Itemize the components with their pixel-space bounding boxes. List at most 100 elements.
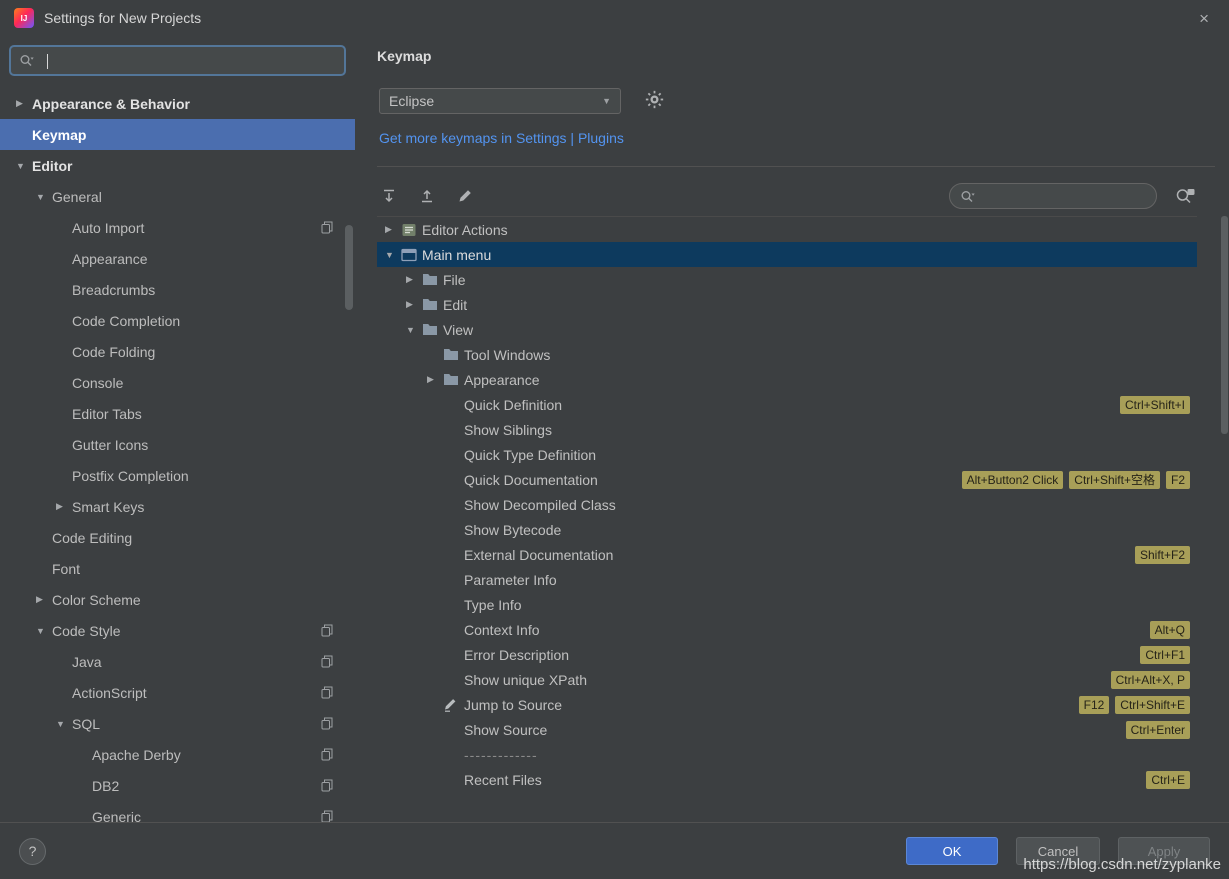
gear-icon[interactable] bbox=[645, 90, 664, 109]
sidebar-item-appearance[interactable]: Appearance bbox=[0, 243, 355, 274]
keymap-tree-item-main-menu[interactable]: ▼ Main menu bbox=[377, 242, 1197, 267]
sidebar-item-appearance-behavior[interactable]: ▶Appearance & Behavior bbox=[0, 88, 355, 119]
keymap-filter-input[interactable] bbox=[981, 189, 1157, 204]
keymap-tree-item-show-bytecode[interactable]: Show Bytecode bbox=[377, 517, 1197, 542]
keymap-item-label: Show Source bbox=[464, 722, 547, 738]
tree-collapsed-arrow-icon[interactable]: ▶ bbox=[427, 374, 443, 385]
shortcut-badge: F2 bbox=[1166, 471, 1190, 489]
tree-expanded-arrow-icon[interactable]: ▼ bbox=[56, 719, 72, 729]
cancel-button[interactable]: Cancel bbox=[1016, 837, 1100, 865]
tree-collapsed-arrow-icon[interactable]: ▶ bbox=[56, 501, 72, 512]
ok-button[interactable]: OK bbox=[906, 837, 998, 865]
sidebar-item-code-style[interactable]: ▼Code Style bbox=[0, 615, 355, 646]
tree-expanded-arrow-icon[interactable]: ▼ bbox=[385, 250, 401, 260]
sidebar-item-editor-tabs[interactable]: Editor Tabs bbox=[0, 398, 355, 429]
keymap-tree-item-edit[interactable]: ▶ Edit bbox=[377, 292, 1197, 317]
get-more-keymaps-link[interactable]: Get more keymaps in Settings | Plugins bbox=[379, 130, 624, 146]
keymap-tree-item-show-source[interactable]: Show SourceCtrl+Enter bbox=[377, 717, 1197, 742]
sidebar-item-label: Editor Tabs bbox=[72, 406, 142, 422]
tree-collapsed-arrow-icon[interactable]: ▶ bbox=[406, 274, 422, 285]
keymap-tree-item-file[interactable]: ▶File bbox=[377, 267, 1197, 292]
keymap-item-label: Editor Actions bbox=[422, 222, 508, 238]
help-button[interactable]: ? bbox=[19, 838, 46, 865]
expand-all-button[interactable] bbox=[377, 184, 401, 208]
keymap-tree-item-quick-definition[interactable]: Quick DefinitionCtrl+Shift+I bbox=[377, 392, 1197, 417]
keymap-tree-item-appearance[interactable]: ▶Appearance bbox=[377, 367, 1197, 392]
sidebar-item-postfix-completion[interactable]: Postfix Completion bbox=[0, 460, 355, 491]
keymap-tree-item-context-info[interactable]: Context InfoAlt+Q bbox=[377, 617, 1197, 642]
sidebar-item-keymap[interactable]: Keymap bbox=[0, 119, 355, 150]
main-menu-icon bbox=[401, 248, 422, 262]
sidebar-item-java[interactable]: Java bbox=[0, 646, 355, 677]
sidebar-item-label: Keymap bbox=[32, 127, 86, 143]
search-icon bbox=[19, 53, 35, 68]
edit-button[interactable] bbox=[453, 184, 477, 208]
keymap-item-label: Edit bbox=[443, 297, 467, 313]
settings-search-input[interactable] bbox=[39, 53, 336, 68]
tree-expanded-arrow-icon[interactable]: ▼ bbox=[16, 161, 32, 171]
sidebar-item-actionscript[interactable]: ActionScript bbox=[0, 677, 355, 708]
sidebar-item-code-folding[interactable]: Code Folding bbox=[0, 336, 355, 367]
apply-button[interactable]: Apply bbox=[1118, 837, 1210, 865]
tree-collapsed-arrow-icon[interactable]: ▶ bbox=[406, 299, 422, 310]
keymap-tree-item-type-info[interactable]: Type Info bbox=[377, 592, 1197, 617]
keymap-select[interactable]: Eclipse ▼ bbox=[379, 88, 621, 114]
tree-expanded-arrow-icon[interactable]: ▼ bbox=[406, 325, 422, 335]
sidebar-item-smart-keys[interactable]: ▶Smart Keys bbox=[0, 491, 355, 522]
shortcut-badges: F12Ctrl+Shift+E bbox=[1079, 696, 1190, 714]
sidebar-item-label: Code Editing bbox=[52, 530, 132, 546]
shared-settings-icon bbox=[321, 221, 333, 234]
tree-collapsed-arrow-icon[interactable]: ▶ bbox=[385, 224, 401, 235]
keymap-tree-item-external-documentation[interactable]: External DocumentationShift+F2 bbox=[377, 542, 1197, 567]
find-actions-by-shortcut-icon[interactable] bbox=[1171, 183, 1199, 209]
shortcut-badges: Ctrl+E bbox=[1146, 771, 1190, 789]
keymap-tree-item-editor-actions[interactable]: ▶ Editor Actions bbox=[377, 217, 1197, 242]
keymap-tree-item-show-unique-xpath[interactable]: Show unique XPathCtrl+Alt+X, P bbox=[377, 667, 1197, 692]
keymap-tree-item-show-siblings[interactable]: Show Siblings bbox=[377, 417, 1197, 442]
shared-settings-icon bbox=[321, 717, 333, 730]
sidebar-item-console[interactable]: Console bbox=[0, 367, 355, 398]
sidebar-item-auto-import[interactable]: Auto Import bbox=[0, 212, 355, 243]
keymap-filter-box[interactable] bbox=[949, 183, 1157, 209]
tree-scrollbar[interactable] bbox=[1221, 216, 1228, 434]
tree-collapsed-arrow-icon[interactable]: ▶ bbox=[36, 594, 52, 605]
keymap-tree-item-tool-windows[interactable]: Tool Windows bbox=[377, 342, 1197, 367]
settings-search-box[interactable] bbox=[10, 46, 345, 75]
sidebar-item-db2[interactable]: DB2 bbox=[0, 770, 355, 801]
keymap-tree-item-parameter-info[interactable]: Parameter Info bbox=[377, 567, 1197, 592]
folder-icon bbox=[422, 273, 443, 286]
keymap-item-label: Show Siblings bbox=[464, 422, 552, 438]
sidebar-item-sql[interactable]: ▼SQL bbox=[0, 708, 355, 739]
collapse-all-button[interactable] bbox=[415, 184, 439, 208]
sidebar-scrollbar[interactable] bbox=[345, 225, 353, 310]
keymap-tree-item-quick-type-definition[interactable]: Quick Type Definition bbox=[377, 442, 1197, 467]
keymap-tree-item-jump-to-source[interactable]: Jump to SourceF12Ctrl+Shift+E bbox=[377, 692, 1197, 717]
sidebar-item-font[interactable]: Font bbox=[0, 553, 355, 584]
keymap-item-label: Main menu bbox=[422, 247, 491, 263]
sidebar-item-apache-derby[interactable]: Apache Derby bbox=[0, 739, 355, 770]
sidebar-item-label: Console bbox=[72, 375, 123, 391]
close-button[interactable]: × bbox=[1193, 8, 1215, 29]
sidebar-item-label: Code Style bbox=[52, 623, 120, 639]
keymap-tree-item-view[interactable]: ▼View bbox=[377, 317, 1197, 342]
sidebar-item-editor[interactable]: ▼Editor bbox=[0, 150, 355, 181]
tree-expanded-arrow-icon[interactable]: ▼ bbox=[36, 626, 52, 636]
sidebar-item-color-scheme[interactable]: ▶Color Scheme bbox=[0, 584, 355, 615]
tree-expanded-arrow-icon[interactable]: ▼ bbox=[36, 192, 52, 202]
keymap-tree-item-error-description[interactable]: Error DescriptionCtrl+F1 bbox=[377, 642, 1197, 667]
sidebar-item-breadcrumbs[interactable]: Breadcrumbs bbox=[0, 274, 355, 305]
shortcut-badge: F12 bbox=[1079, 696, 1110, 714]
keymap-tree-item-quick-documentation[interactable]: Quick DocumentationAlt+Button2 ClickCtrl… bbox=[377, 467, 1197, 492]
settings-tree: ▶Appearance & BehaviorKeymap▼Editor▼Gene… bbox=[0, 88, 355, 822]
settings-sidebar: ▶Appearance & BehaviorKeymap▼Editor▼Gene… bbox=[0, 36, 355, 822]
sidebar-item-generic[interactable]: Generic bbox=[0, 801, 355, 822]
sidebar-item-gutter-icons[interactable]: Gutter Icons bbox=[0, 429, 355, 460]
keymap-tree-item-show-decompiled-class[interactable]: Show Decompiled Class bbox=[377, 492, 1197, 517]
sidebar-item-general[interactable]: ▼General bbox=[0, 181, 355, 212]
keymap-tree-item-recent-files[interactable]: Recent FilesCtrl+E bbox=[377, 767, 1197, 792]
text-caret bbox=[47, 54, 48, 69]
sidebar-item-code-completion[interactable]: Code Completion bbox=[0, 305, 355, 336]
sidebar-item-code-editing[interactable]: Code Editing bbox=[0, 522, 355, 553]
tree-collapsed-arrow-icon[interactable]: ▶ bbox=[16, 98, 32, 109]
keymap-tree-separator[interactable]: ------------- bbox=[377, 742, 1197, 767]
